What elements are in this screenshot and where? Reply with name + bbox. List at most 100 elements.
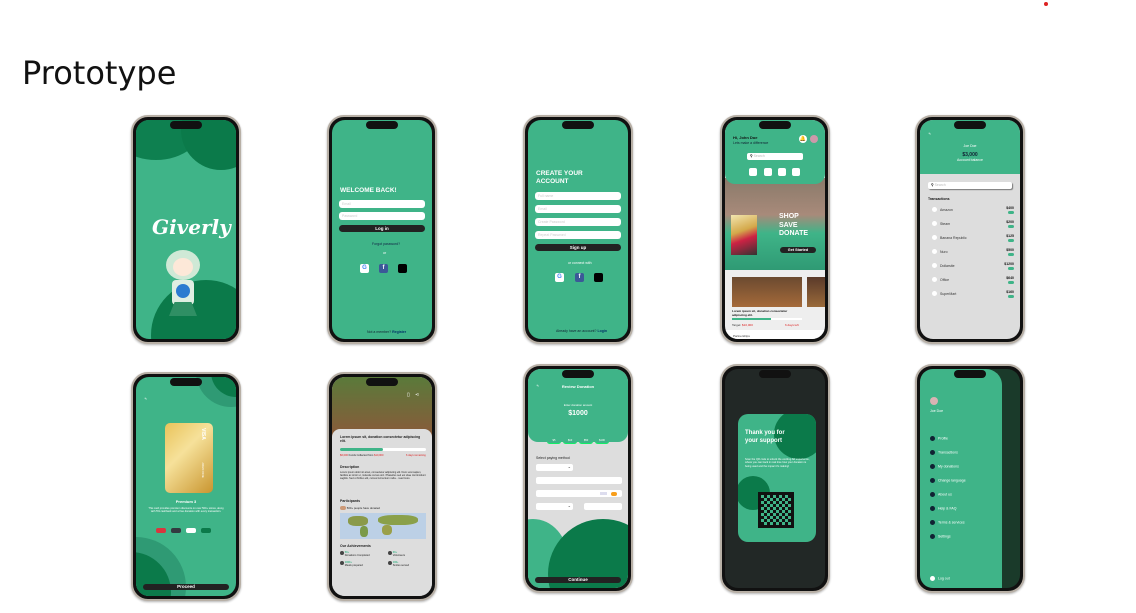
menu-item[interactable]: Profile: [930, 436, 948, 441]
amount-chip[interactable]: $5: [547, 438, 561, 443]
amount-chip[interactable]: $50: [579, 438, 593, 443]
apple-icon[interactable]: [398, 264, 407, 273]
app-logo: Giverly: [152, 215, 231, 239]
volunteer-icon[interactable]: [778, 168, 786, 176]
payment-type-select[interactable]: ⌄: [536, 464, 573, 471]
campaign-photo: [332, 377, 432, 437]
phone-thanks: Thank you for your support Scan the QR c…: [720, 364, 830, 593]
facebook-icon[interactable]: f: [379, 264, 388, 273]
card-color-swatch[interactable]: [201, 528, 211, 533]
donate-icon[interactable]: [749, 168, 757, 176]
merchant-name: Amazon: [940, 207, 953, 212]
merchant-icon: [932, 249, 937, 254]
register-footer: Not a member? Register: [367, 330, 407, 334]
greeting: Hi, John Doe: [733, 135, 758, 140]
forgot-password-link[interactable]: Forgot password?: [372, 242, 400, 246]
avatar[interactable]: [810, 135, 818, 143]
menu-item[interactable]: Settings: [930, 534, 951, 539]
campaign-title: Lorem ipsum sit, donation consectetur ad…: [340, 435, 421, 443]
paying-method-label: Select paying method: [536, 456, 570, 460]
password-input[interactable]: Create Password: [535, 218, 621, 226]
transaction-row[interactable]: Banana Republic $125: [928, 234, 1014, 244]
gold-card[interactable]: VISA JOHN DOE: [165, 423, 213, 493]
search-input[interactable]: ⚲ Search: [747, 153, 803, 160]
campaign-title: Lorem ipsum sit, donation consectetur ad…: [732, 309, 788, 317]
or-text: or: [383, 251, 387, 255]
cvv-input[interactable]: [584, 503, 622, 510]
merchant-icon: [932, 221, 937, 226]
achievement-item: 100+ Smiles served: [388, 561, 409, 567]
store-icon[interactable]: [764, 168, 772, 176]
qr-code[interactable]: [758, 492, 794, 528]
menu-item-icon: [930, 492, 935, 497]
google-icon[interactable]: G: [360, 264, 369, 273]
register-link[interactable]: Register: [392, 330, 406, 334]
fullname-input[interactable]: Full name: [535, 192, 621, 200]
cardholder-input[interactable]: [536, 477, 622, 484]
email-input[interactable]: Email: [535, 205, 621, 213]
amount-chip[interactable]: $100: [595, 438, 609, 443]
phone-splash: Giverly: [131, 115, 241, 344]
menu-item-icon: [930, 464, 935, 469]
menu-item-icon: [930, 506, 935, 511]
menu-item[interactable]: Terms & services: [930, 520, 965, 525]
amount-chip[interactable]: $10: [563, 438, 577, 443]
card-color-swatch[interactable]: [171, 528, 181, 533]
phone-login: WELCOME BACK! Email Password Log in Forg…: [327, 115, 437, 344]
transaction-row[interactable]: Office $640: [928, 276, 1014, 286]
transaction-row[interactable]: SuperMart $160: [928, 290, 1014, 300]
continue-button[interactable]: Continue: [535, 577, 621, 583]
document-icon[interactable]: [792, 168, 800, 176]
transactions-heading: Transactions: [928, 197, 950, 201]
transaction-row[interactable]: Steam $200: [928, 220, 1014, 230]
cards-illustration: [731, 215, 757, 255]
login-link[interactable]: Login: [597, 329, 607, 333]
login-button[interactable]: Log in: [339, 225, 425, 232]
proceed-button[interactable]: Proceed: [143, 584, 229, 590]
email-input[interactable]: Email: [339, 200, 425, 208]
menu-item[interactable]: Transactions: [930, 450, 958, 455]
search-input[interactable]: ⚲ Search: [928, 182, 1012, 189]
merchant-icon: [932, 235, 937, 240]
card-number-input[interactable]: [536, 490, 622, 497]
back-icon[interactable]: ↰: [928, 132, 931, 136]
campaign-image-2[interactable]: [807, 277, 825, 307]
back-icon[interactable]: ↰: [144, 397, 147, 401]
campaign-image[interactable]: [732, 277, 802, 307]
partnerships-label[interactable]: Partnerships: [733, 334, 750, 338]
apple-icon[interactable]: [594, 273, 603, 282]
menu-item[interactable]: My donations: [930, 464, 959, 469]
login-title: WELCOME BACK!: [340, 187, 397, 194]
phone-home: Hi, John Doe Lets make a difference 🔔 ⚲ …: [720, 115, 830, 344]
transaction-amount: $500: [1006, 248, 1014, 252]
phone-signup: CREATE YOUR ACCOUNT Full name Email Crea…: [523, 115, 633, 344]
transaction-row[interactable]: Dollarsite $1200: [928, 262, 1014, 272]
transaction-row[interactable]: Nuro $500: [928, 248, 1014, 258]
bell-icon[interactable]: 🔔: [799, 135, 807, 143]
phone-detail: ▯ ⋖ Lorem ipsum sit, donation consectetu…: [327, 372, 437, 601]
user-name: Joe Doe: [930, 409, 944, 413]
merchant-icon: [932, 207, 937, 212]
world-map[interactable]: [340, 513, 426, 539]
transaction-amount: $400: [1006, 206, 1014, 210]
bookmark-icon[interactable]: ▯: [407, 392, 410, 398]
menu-item[interactable]: About us: [930, 492, 952, 497]
card-color-swatch[interactable]: [186, 528, 196, 533]
get-started-button[interactable]: Get Started: [780, 247, 816, 253]
donation-amount[interactable]: $1000: [528, 410, 628, 417]
transaction-row[interactable]: Amazon $400: [928, 206, 1014, 216]
signup-button[interactable]: Sign up: [535, 244, 621, 251]
menu-item[interactable]: Change language: [930, 478, 966, 483]
password-input[interactable]: Password: [339, 212, 425, 220]
expiry-select[interactable]: ⌄: [536, 503, 573, 510]
menu-item[interactable]: Help & FAQ: [930, 506, 956, 511]
menu-item-icon: [930, 436, 935, 441]
transaction-amount: $1200: [1004, 262, 1014, 266]
card-color-swatch[interactable]: [156, 528, 166, 533]
merchant-name: Office: [940, 277, 950, 282]
logout-item[interactable]: Log out: [930, 576, 950, 581]
facebook-icon[interactable]: f: [575, 273, 584, 282]
google-icon[interactable]: G: [555, 273, 564, 282]
share-icon[interactable]: ⋖: [415, 392, 419, 398]
repeat-password-input[interactable]: Repeat Password: [535, 231, 621, 239]
